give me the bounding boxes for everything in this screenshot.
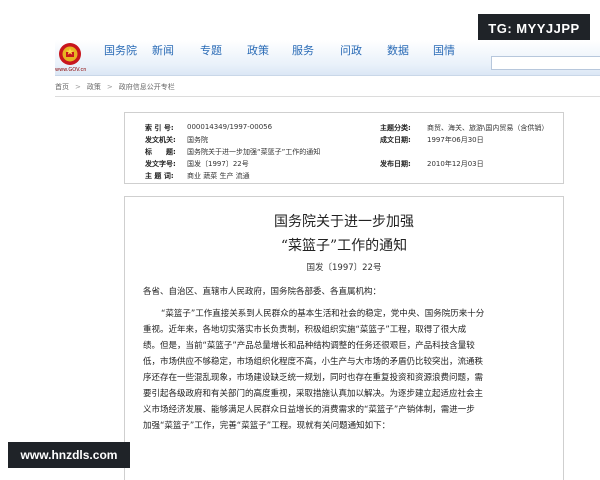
meta-row-doc-number: 发文字号: 国发〔1997〕22号 发布日期: 2010年12月03日 <box>125 159 563 171</box>
meta-label: 发文字号: <box>145 160 176 168</box>
breadcrumb-home[interactable]: 首页 <box>55 82 69 92</box>
national-emblem-icon <box>59 43 81 65</box>
breadcrumb-info-disclosure[interactable]: 政府信息公开专栏 <box>119 82 175 92</box>
site-url-text: www.GOV.cn <box>55 67 87 73</box>
meta-label: 主 题 词: <box>145 172 174 180</box>
nav-item-inquiry[interactable]: 问政 <box>340 40 387 76</box>
meta-value: 商业 蔬菜 生产 流通 <box>187 172 250 180</box>
search-input[interactable] <box>491 56 600 70</box>
site-logo[interactable]: www.GOV.cn <box>55 40 95 76</box>
breadcrumb-policy[interactable]: 政策 <box>87 82 101 92</box>
nav-item-topics[interactable]: 专题 <box>200 40 247 76</box>
meta-row-keywords: 主 题 词: 商业 蔬菜 生产 流通 <box>125 171 563 183</box>
watermark-tag-top: TG: MYYJJPP <box>478 14 590 42</box>
meta-value: 000014349/1997-00056 <box>187 123 273 131</box>
meta-row-title: 标 题: 国务院关于进一步加强“菜篮子”工作的通知 <box>125 147 563 159</box>
meta-value: 国务院 <box>187 136 208 144</box>
main-nav: 国务院 新闻 专题 政策 服务 问政 数据 国情 <box>104 40 473 76</box>
meta-row-issuer: 发文机关: 国务院 成文日期: 1997年06月30日 <box>125 135 563 147</box>
meta-label: 发布日期: <box>380 160 411 168</box>
nav-item-policy[interactable]: 政策 <box>247 40 292 76</box>
meta-label: 成文日期: <box>380 136 411 144</box>
document-metadata-panel: 索 引 号: 000014349/1997-00056 主题分类: 商贸、海关、… <box>124 112 564 184</box>
nav-item-state-council[interactable]: 国务院 <box>104 40 152 76</box>
top-navigation-bar: www.GOV.cn 国务院 新闻 专题 政策 服务 问政 数据 国情 <box>55 40 600 76</box>
meta-value: 国发〔1997〕22号 <box>187 160 249 168</box>
document-title-line1: 国务院关于进一步加强 <box>274 214 414 230</box>
meta-value: 1997年06月30日 <box>427 136 484 144</box>
meta-label: 主题分类: <box>380 124 411 132</box>
paragraph-line: 绩。但是，当前“菜篮子”产品总量增长和品种结构调整的任务还很艰巨，产品科技含量较 <box>143 341 475 351</box>
meta-value: 2010年12月03日 <box>427 160 484 168</box>
document-paragraph: “菜篮子”工作直接关系到人民群众的基本生活和社会的稳定，党中央、国务院历来十分 … <box>143 306 547 434</box>
nav-item-services[interactable]: 服务 <box>292 40 340 76</box>
meta-value: 商贸、海关、旅游\国内贸易（含供销） <box>427 124 549 132</box>
meta-label: 发文机关: <box>145 136 176 144</box>
document-addressee: 各省、自治区、直辖市人民政府，国务院各部委、各直属机构： <box>143 287 382 297</box>
nav-item-news[interactable]: 新闻 <box>152 40 200 76</box>
paragraph-line: “菜篮子”工作直接关系到人民群众的基本生活和社会的稳定，党中央、国务院历来十分 <box>161 309 485 319</box>
breadcrumb-separator: > <box>75 83 81 91</box>
document-title-line2: “菜篮子”工作的通知 <box>280 238 408 254</box>
paragraph-line: 义市场经济发展、能够满足人民群众日益增长的消费需求的“菜篮子”产销体制，需进一步 <box>143 405 475 415</box>
nav-item-data[interactable]: 数据 <box>387 40 433 76</box>
paragraph-line: 重视。近年来，各地切实落实市长负责制，积极组织实施“菜篮子”工程，取得了很大成 <box>143 325 467 335</box>
nav-item-national-info[interactable]: 国情 <box>433 40 473 76</box>
meta-row-index: 索 引 号: 000014349/1997-00056 主题分类: 商贸、海关、… <box>125 123 563 135</box>
document-body: 国务院关于进一步加强 “菜篮子”工作的通知 国发〔1997〕22号 各省、自治区… <box>124 196 564 480</box>
paragraph-line: 要引起各级政府和有关部门的高度重视，采取措施认真加以解决。为逐步建立起适应社会主 <box>143 389 484 399</box>
breadcrumb-separator: > <box>106 83 113 91</box>
paragraph-line: 加强“菜篮子”工作，完善“菜篮子”工程。现就有关问题通知如下： <box>143 421 391 431</box>
document-number: 国发〔1997〕22号 <box>306 263 382 273</box>
paragraph-line: 低，市场供应不够稳定，市场组织化程度不高，小生产与大市场的矛盾仍比较突出，流通秩 <box>143 357 484 367</box>
paragraph-line: 序还存在一些混乱现象，市场建设缺乏统一规划，同时也存在重复投资和资源浪费问题，需 <box>143 373 484 383</box>
meta-value: 国务院关于进一步加强“菜篮子”工作的通知 <box>187 148 321 156</box>
watermark-site-bottom: www.hnzdls.com <box>8 442 130 468</box>
meta-label: 索 引 号: <box>145 124 174 132</box>
breadcrumb-divider <box>55 96 600 97</box>
breadcrumb: 首页 > 政策 > 政府信息公开专栏 <box>55 80 600 94</box>
meta-label: 标 题: <box>145 148 176 156</box>
